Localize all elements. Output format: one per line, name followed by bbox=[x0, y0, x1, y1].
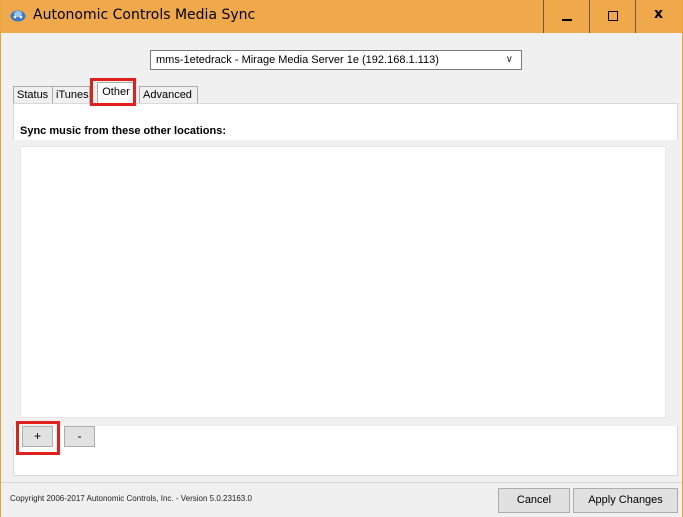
app-window: Autonomic Controls Media Sync x mms-1ete… bbox=[0, 0, 683, 517]
server-dropdown[interactable]: mms-1etedrack - Mirage Media Server 1e (… bbox=[150, 50, 522, 70]
maximize-button[interactable] bbox=[590, 0, 635, 33]
apply-changes-button[interactable]: Apply Changes bbox=[573, 488, 678, 513]
window-title: Autonomic Controls Media Sync bbox=[33, 7, 256, 23]
tab-advanced[interactable]: Advanced bbox=[139, 86, 198, 103]
minimize-icon bbox=[562, 19, 572, 21]
title-bar[interactable]: Autonomic Controls Media Sync x bbox=[1, 0, 682, 33]
tab-status[interactable]: Status bbox=[13, 86, 55, 103]
tab-itunes[interactable]: iTunes bbox=[52, 86, 90, 103]
close-icon: x bbox=[653, 6, 664, 22]
chevron-down-icon: ∨ bbox=[505, 54, 513, 65]
close-button[interactable]: x bbox=[636, 0, 681, 33]
locations-heading: Sync music from these other locations: bbox=[20, 125, 226, 137]
sync-app-icon bbox=[10, 10, 26, 22]
maximize-icon bbox=[608, 11, 618, 21]
locations-list[interactable] bbox=[20, 146, 666, 418]
cancel-button[interactable]: Cancel bbox=[498, 488, 570, 513]
server-dropdown-value: mms-1etedrack - Mirage Media Server 1e (… bbox=[156, 54, 439, 66]
highlight-box-add-button bbox=[16, 421, 60, 455]
copyright-text: Copyright 2006-2017 Autonomic Controls, … bbox=[10, 494, 252, 503]
remove-location-button[interactable]: - bbox=[64, 426, 95, 447]
footer-divider bbox=[1, 482, 682, 483]
minimize-button[interactable] bbox=[544, 0, 589, 33]
highlight-box-other-tab bbox=[90, 78, 136, 106]
